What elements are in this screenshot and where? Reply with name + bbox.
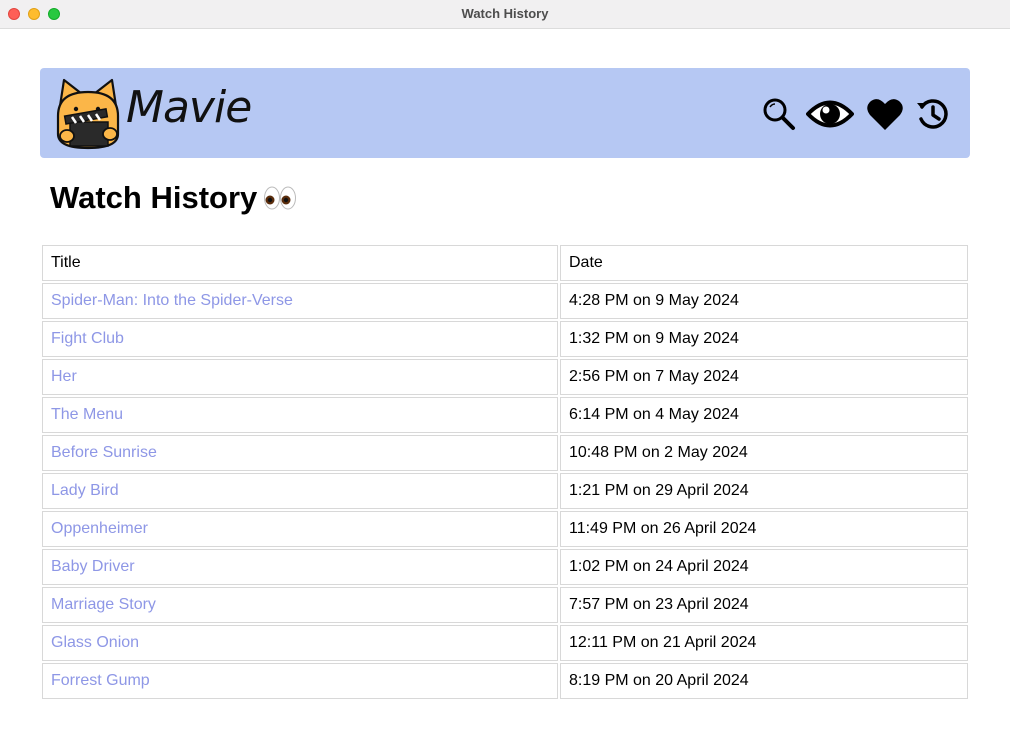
movie-title-link[interactable]: Spider-Man: Into the Spider-Verse bbox=[51, 292, 293, 309]
watch-date: 8:19 PM on 20 April 2024 bbox=[560, 663, 968, 699]
brand-name[interactable]: Mavie bbox=[126, 82, 252, 133]
watch-date: 1:32 PM on 9 May 2024 bbox=[560, 321, 968, 357]
column-header-title: Title bbox=[42, 245, 558, 281]
movie-title-link[interactable]: Forrest Gump bbox=[51, 672, 150, 689]
movie-title-link[interactable]: Lady Bird bbox=[51, 482, 119, 499]
watch-date: 4:28 PM on 9 May 2024 bbox=[560, 283, 968, 319]
eyes-icon bbox=[264, 186, 297, 210]
movie-title-link[interactable]: Fight Club bbox=[51, 330, 124, 347]
watch-date: 2:56 PM on 7 May 2024 bbox=[560, 359, 968, 395]
nav-icons bbox=[761, 94, 950, 134]
movie-title-link[interactable]: Before Sunrise bbox=[51, 444, 157, 461]
table-row: Before Sunrise 10:48 PM on 2 May 2024 bbox=[42, 435, 968, 471]
table-row: Forrest Gump 8:19 PM on 20 April 2024 bbox=[42, 663, 968, 699]
table-row: Glass Onion 12:11 PM on 21 April 2024 bbox=[42, 625, 968, 661]
movie-title-link[interactable]: Oppenheimer bbox=[51, 520, 148, 537]
watch-date: 12:11 PM on 21 April 2024 bbox=[560, 625, 968, 661]
watch-date: 10:48 PM on 2 May 2024 bbox=[560, 435, 968, 471]
watch-history-table: Title Date Spider-Man: Into the Spider-V… bbox=[40, 243, 970, 701]
watch-date: 1:02 PM on 24 April 2024 bbox=[560, 549, 968, 585]
table-header-row: Title Date bbox=[42, 245, 968, 281]
movie-title-link[interactable]: Marriage Story bbox=[51, 596, 156, 613]
column-header-date: Date bbox=[560, 245, 968, 281]
history-icon[interactable] bbox=[916, 96, 950, 132]
watch-date: 1:21 PM on 29 April 2024 bbox=[560, 473, 968, 509]
movie-title-link[interactable]: Baby Driver bbox=[51, 558, 135, 575]
cat-logo-icon[interactable] bbox=[52, 76, 124, 150]
watch-date: 6:14 PM on 4 May 2024 bbox=[560, 397, 968, 433]
movie-title-link[interactable]: Her bbox=[51, 368, 77, 385]
table-row: Her 2:56 PM on 7 May 2024 bbox=[42, 359, 968, 395]
navbar: Mavie bbox=[40, 68, 970, 158]
page-title-text: Watch History bbox=[50, 180, 258, 215]
window-title: Watch History bbox=[461, 6, 549, 21]
table-row: Marriage Story 7:57 PM on 23 April 2024 bbox=[42, 587, 968, 623]
watch-date: 7:57 PM on 23 April 2024 bbox=[560, 587, 968, 623]
table-row: Oppenheimer 11:49 PM on 26 April 2024 bbox=[42, 511, 968, 547]
search-icon[interactable] bbox=[761, 96, 797, 132]
table-row: Baby Driver 1:02 PM on 24 April 2024 bbox=[42, 549, 968, 585]
table-row: Lady Bird 1:21 PM on 29 April 2024 bbox=[42, 473, 968, 509]
movie-title-link[interactable]: Glass Onion bbox=[51, 634, 139, 651]
watch-date: 11:49 PM on 26 April 2024 bbox=[560, 511, 968, 547]
table-row: The Menu 6:14 PM on 4 May 2024 bbox=[42, 397, 968, 433]
table-row: Fight Club 1:32 PM on 9 May 2024 bbox=[42, 321, 968, 357]
page-title: Watch History bbox=[50, 180, 297, 216]
table-row: Spider-Man: Into the Spider-Verse 4:28 P… bbox=[42, 283, 968, 319]
heart-icon[interactable] bbox=[866, 96, 904, 132]
movie-title-link[interactable]: The Menu bbox=[51, 406, 123, 423]
eye-icon[interactable] bbox=[806, 96, 854, 132]
window-titlebar: Watch History bbox=[0, 0, 1010, 29]
